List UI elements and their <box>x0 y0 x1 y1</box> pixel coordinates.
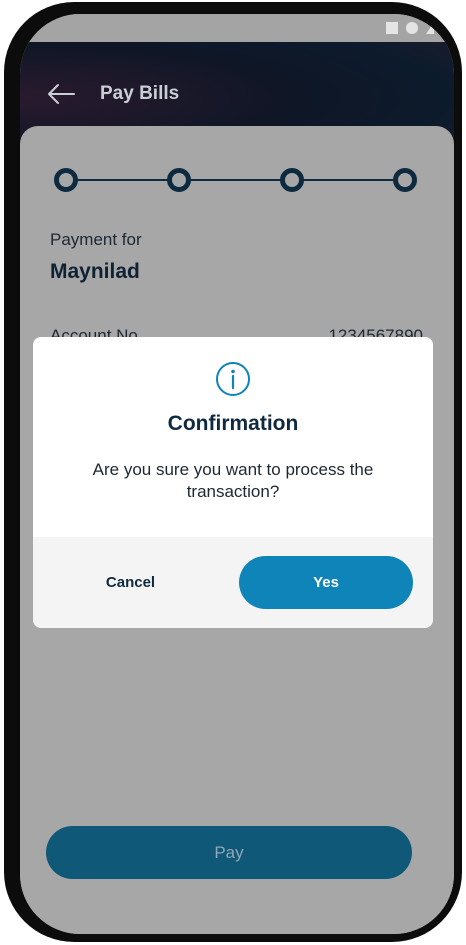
phone-volume-down-button <box>4 342 12 414</box>
confirm-yes-button[interactable]: Yes <box>239 556 413 609</box>
arrow-left-icon[interactable] <box>46 82 76 106</box>
status-icons <box>386 22 434 34</box>
info-icon <box>216 362 250 396</box>
page-title: Pay Bills <box>100 83 180 104</box>
cancel-button[interactable]: Cancel <box>73 556 188 608</box>
dialog-body: Confirmation Are you sure you want to pr… <box>33 337 433 537</box>
signal-icon <box>426 22 434 34</box>
step-2-dot <box>167 168 191 192</box>
step-1-dot <box>54 168 78 192</box>
biller-name: Maynilad <box>50 260 140 283</box>
status-bar <box>20 14 454 42</box>
stepper-line <box>68 179 406 181</box>
progress-stepper <box>54 166 420 194</box>
phone-side-button <box>4 185 12 219</box>
phone-power-button <box>454 300 462 415</box>
dialog-message: Are you sure you want to process the tra… <box>92 460 374 501</box>
payment-for-label: Payment for <box>50 230 142 249</box>
dialog-title: Confirmation <box>167 412 299 435</box>
recents-square-icon <box>386 22 398 34</box>
pay-button[interactable]: Pay <box>46 826 412 879</box>
phone-volume-up-button <box>4 252 12 324</box>
step-3-dot <box>280 168 304 192</box>
confirmation-dialog: Confirmation Are you sure you want to pr… <box>33 337 433 628</box>
home-circle-icon <box>406 22 418 34</box>
step-4-dot <box>393 168 417 192</box>
